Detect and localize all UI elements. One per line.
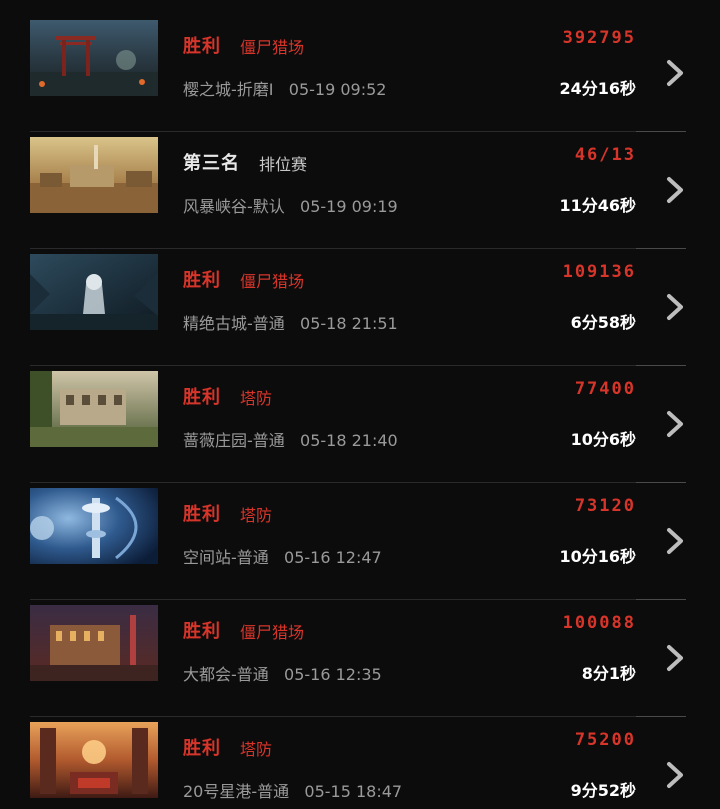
map-and-time: 精绝古城-普通 05-18 21:51 <box>183 310 398 334</box>
match-datetime: 05-19 09:19 <box>300 197 398 216</box>
map-and-time: 樱之城-折磨I 05-19 09:52 <box>183 76 386 100</box>
map-thumbnail <box>30 722 158 798</box>
map-name: 大都会-普通 <box>183 665 269 684</box>
chevron-right-icon[interactable] <box>664 292 688 322</box>
match-row[interactable]: 胜利 僵尸猎场 樱之城-折磨I 05-19 09:52 392795 24分16… <box>0 18 720 135</box>
match-score: 109136 <box>562 262 636 282</box>
map-name: 空间站-普通 <box>183 548 269 567</box>
row-divider <box>30 131 686 132</box>
match-result: 胜利 <box>183 270 221 291</box>
match-score: 392795 <box>562 28 636 48</box>
match-datetime: 05-18 21:51 <box>300 314 398 333</box>
game-mode: 塔防 <box>240 506 273 525</box>
row-divider-accent <box>636 248 686 249</box>
game-mode: 排位赛 <box>259 155 308 174</box>
chevron-right-icon[interactable] <box>664 643 688 673</box>
map-thumbnail <box>30 605 158 681</box>
chevron-right-icon[interactable] <box>664 409 688 439</box>
match-result: 第三名 <box>183 153 240 174</box>
game-mode: 僵尸猎场 <box>240 272 305 291</box>
row-divider <box>30 248 686 249</box>
match-row[interactable]: 胜利 塔防 蔷薇庄园-普通 05-18 21:40 77400 10分6秒 <box>0 369 720 486</box>
match-row[interactable]: 胜利 塔防 20号星港-普通 05-15 18:47 75200 9分52秒 <box>0 720 720 809</box>
chevron-right-icon[interactable] <box>664 760 688 790</box>
map-and-time: 大都会-普通 05-16 12:35 <box>183 661 382 685</box>
map-thumbnail <box>30 371 158 447</box>
map-name: 风暴峡谷-默认 <box>183 197 285 216</box>
match-datetime: 05-19 09:52 <box>288 80 387 99</box>
chevron-right-icon[interactable] <box>664 175 688 205</box>
match-score: 73120 <box>574 496 636 516</box>
row-divider-accent <box>636 482 686 483</box>
map-name: 20号星港-普通 <box>183 782 290 801</box>
match-row[interactable]: 胜利 僵尸猎场 精绝古城-普通 05-18 21:51 109136 6分58秒 <box>0 252 720 369</box>
row-divider-accent <box>636 365 686 366</box>
row-divider <box>30 365 686 366</box>
match-duration: 9分52秒 <box>570 781 636 800</box>
game-mode: 塔防 <box>240 740 273 759</box>
map-thumbnail <box>30 137 158 213</box>
match-result: 胜利 <box>183 36 221 57</box>
match-score: 75200 <box>574 730 636 750</box>
match-score: 100088 <box>562 613 636 633</box>
row-divider <box>30 599 686 600</box>
match-score: 77400 <box>574 379 636 399</box>
match-duration: 6分58秒 <box>570 313 636 332</box>
match-row[interactable]: 第三名 排位赛 风暴峡谷-默认 05-19 09:19 46/13 11分46秒 <box>0 135 720 252</box>
match-duration: 24分16秒 <box>559 79 636 98</box>
match-datetime: 05-15 18:47 <box>304 782 403 801</box>
map-name: 蔷薇庄园-普通 <box>183 431 285 450</box>
map-name: 樱之城-折磨I <box>183 80 274 99</box>
map-and-time: 空间站-普通 05-16 12:47 <box>183 544 382 568</box>
match-result: 胜利 <box>183 738 221 759</box>
row-divider-accent <box>636 716 686 717</box>
map-and-time: 20号星港-普通 05-15 18:47 <box>183 778 402 802</box>
game-mode: 僵尸猎场 <box>240 623 305 642</box>
match-score: 46/13 <box>574 145 636 165</box>
map-thumbnail <box>30 254 158 330</box>
match-row[interactable]: 胜利 塔防 空间站-普通 05-16 12:47 73120 10分16秒 <box>0 486 720 603</box>
match-duration: 10分16秒 <box>559 547 636 566</box>
match-datetime: 05-16 12:47 <box>284 548 382 567</box>
map-and-time: 风暴峡谷-默认 05-19 09:19 <box>183 193 398 217</box>
match-duration: 11分46秒 <box>559 196 636 215</box>
map-name: 精绝古城-普通 <box>183 314 285 333</box>
game-mode: 塔防 <box>240 389 273 408</box>
chevron-right-icon[interactable] <box>664 526 688 556</box>
row-divider-accent <box>636 599 686 600</box>
match-row[interactable]: 胜利 僵尸猎场 大都会-普通 05-16 12:35 100088 8分1秒 <box>0 603 720 720</box>
chevron-right-icon[interactable] <box>664 58 688 88</box>
row-divider <box>30 482 686 483</box>
match-result: 胜利 <box>183 387 221 408</box>
match-duration: 8分1秒 <box>581 664 636 683</box>
game-mode: 僵尸猎场 <box>240 38 305 57</box>
match-history-list: 胜利 僵尸猎场 樱之城-折磨I 05-19 09:52 392795 24分16… <box>0 0 720 809</box>
match-result: 胜利 <box>183 621 221 642</box>
row-divider <box>30 716 686 717</box>
map-thumbnail <box>30 20 158 96</box>
map-thumbnail <box>30 488 158 564</box>
map-and-time: 蔷薇庄园-普通 05-18 21:40 <box>183 427 398 451</box>
match-datetime: 05-18 21:40 <box>300 431 398 450</box>
row-divider-accent <box>636 131 686 132</box>
match-datetime: 05-16 12:35 <box>284 665 382 684</box>
match-duration: 10分6秒 <box>570 430 636 449</box>
match-result: 胜利 <box>183 504 221 525</box>
